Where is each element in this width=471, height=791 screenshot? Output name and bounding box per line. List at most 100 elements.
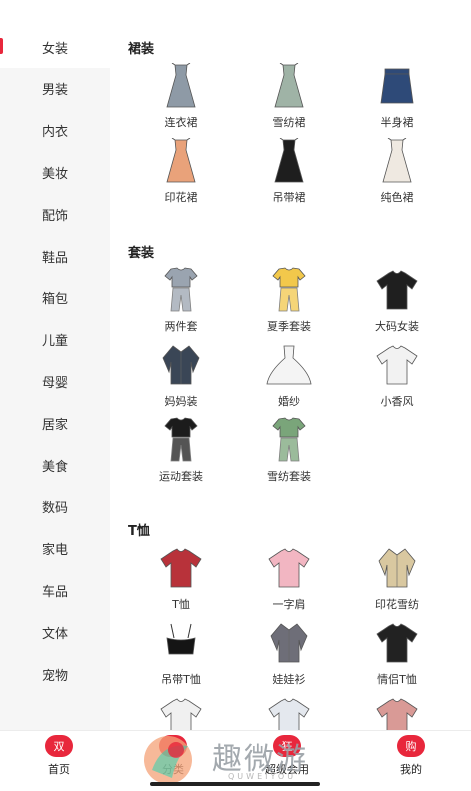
sidebar-item-label: 美食 bbox=[41, 459, 68, 475]
category-tile[interactable]: 印花裙 bbox=[126, 137, 236, 209]
outfit-icon bbox=[265, 416, 313, 464]
sidebar-item-9[interactable]: 居家 bbox=[0, 402, 110, 444]
sidebar-item-7[interactable]: 儿童 bbox=[0, 319, 110, 361]
sidebar-item-4[interactable]: 配饰 bbox=[0, 193, 110, 235]
section-title: 裙装 bbox=[128, 42, 155, 57]
category-tile[interactable]: 运动套装 bbox=[126, 416, 236, 488]
status-bar bbox=[0, 0, 471, 26]
tab-profile[interactable]: 购我的 bbox=[366, 735, 456, 785]
sidebar-item-label: 配饰 bbox=[41, 208, 68, 224]
sidebar-item-label: 箱包 bbox=[41, 292, 68, 308]
category-tile[interactable]: 妈妈装 bbox=[126, 341, 236, 413]
tshirt-icon bbox=[265, 694, 313, 730]
category-tile[interactable] bbox=[342, 694, 452, 730]
tshirt-icon bbox=[373, 619, 421, 667]
sidebar-item-10[interactable]: 美食 bbox=[0, 444, 110, 486]
sidebar-item-label: 儿童 bbox=[41, 334, 68, 350]
sidebar-item-label: 文体 bbox=[41, 626, 68, 642]
tab-icon: 双 bbox=[45, 735, 73, 757]
category-tile[interactable]: 雪纺裙 bbox=[234, 62, 344, 134]
category-tile[interactable] bbox=[126, 694, 236, 730]
sidebar-item-8[interactable]: 母婴 bbox=[0, 360, 110, 402]
sidebar-item-14[interactable]: 文体 bbox=[0, 611, 110, 653]
category-tile-label: 雪纺裙 bbox=[272, 116, 306, 129]
section-title: T恤 bbox=[128, 524, 150, 539]
sidebar-item-0[interactable]: 女装 bbox=[0, 26, 110, 68]
category-tile-label: 运动套装 bbox=[159, 470, 203, 483]
category-tile[interactable] bbox=[234, 694, 344, 730]
category-tile[interactable]: 雪纺套装 bbox=[234, 416, 344, 488]
category-tile-label: 吊带T恤 bbox=[161, 673, 201, 686]
category-sidebar: 女装男装内衣美妆配饰鞋品箱包儿童母婴居家美食数码家电车品文体宠物 bbox=[0, 26, 110, 730]
category-tile[interactable]: 印花雪纺 bbox=[342, 544, 452, 616]
tshirt-icon bbox=[265, 544, 313, 592]
skirt-icon bbox=[373, 62, 421, 110]
tab-icon: 狂 bbox=[273, 735, 301, 757]
category-tile-label: 半身裙 bbox=[380, 116, 414, 129]
category-tile-label: 印花雪纺 bbox=[375, 598, 419, 611]
sidebar-item-3[interactable]: 美妆 bbox=[0, 151, 110, 193]
category-tile[interactable]: 娃娃衫 bbox=[234, 619, 344, 691]
dress-icon bbox=[265, 137, 313, 185]
tab-label: 超级会用 bbox=[265, 763, 309, 776]
category-tile[interactable]: 大码女装 bbox=[342, 266, 452, 338]
category-tile-label: 纯色裙 bbox=[380, 191, 414, 204]
tab-label: 首页 bbox=[48, 763, 70, 776]
category-tile[interactable]: T恤 bbox=[126, 544, 236, 616]
sidebar-item-12[interactable]: 家电 bbox=[0, 528, 110, 570]
sidebar-item-label: 母婴 bbox=[41, 375, 68, 391]
tab-super[interactable]: 狂超级会用 bbox=[242, 735, 332, 785]
sidebar-item-label: 美妆 bbox=[41, 166, 68, 182]
gown-icon bbox=[265, 341, 313, 389]
tab-icon bbox=[159, 735, 187, 757]
tshirt-icon bbox=[373, 341, 421, 389]
tab-category[interactable]: 分类 bbox=[128, 735, 218, 785]
sidebar-item-15[interactable]: 宠物 bbox=[0, 653, 110, 695]
category-tile-label: 小香风 bbox=[380, 395, 414, 408]
tshirt-icon bbox=[157, 544, 205, 592]
sidebar-item-13[interactable]: 车品 bbox=[0, 569, 110, 611]
category-tile[interactable]: 小香风 bbox=[342, 341, 452, 413]
category-tile[interactable]: 吊带裙 bbox=[234, 137, 344, 209]
sidebar-item-2[interactable]: 内衣 bbox=[0, 110, 110, 152]
active-indicator bbox=[0, 38, 3, 54]
category-tile-label: 两件套 bbox=[164, 320, 198, 333]
sidebar-item-label: 居家 bbox=[41, 417, 68, 433]
category-tile-label: 吊带裙 bbox=[272, 191, 306, 204]
dress-icon bbox=[157, 62, 205, 110]
category-tile[interactable]: 两件套 bbox=[126, 266, 236, 338]
tshirt-icon bbox=[373, 694, 421, 730]
sidebar-item-label: 数码 bbox=[41, 501, 68, 517]
category-tile[interactable]: 连衣裙 bbox=[126, 62, 236, 134]
category-tile-label: 婚纱 bbox=[278, 395, 300, 408]
tshirt-icon bbox=[373, 266, 421, 314]
sidebar-item-6[interactable]: 箱包 bbox=[0, 277, 110, 319]
category-tile[interactable]: 纯色裙 bbox=[342, 137, 452, 209]
category-tile-label: 一字肩 bbox=[272, 598, 306, 611]
category-tile-label: 娃娃衫 bbox=[272, 673, 306, 686]
tshirt-icon bbox=[157, 694, 205, 730]
outfit-icon bbox=[157, 416, 205, 464]
camisole-icon bbox=[157, 619, 205, 667]
sidebar-item-label: 宠物 bbox=[41, 668, 68, 684]
sidebar-item-label: 内衣 bbox=[41, 125, 68, 141]
category-tile-label: 夏季套装 bbox=[267, 320, 311, 333]
category-tile[interactable]: 情侣T恤 bbox=[342, 619, 452, 691]
sidebar-item-11[interactable]: 数码 bbox=[0, 486, 110, 528]
sidebar-item-1[interactable]: 男装 bbox=[0, 68, 110, 110]
blouse-icon bbox=[157, 341, 205, 389]
category-tile-label: 连衣裙 bbox=[164, 116, 198, 129]
category-tile[interactable]: 婚纱 bbox=[234, 341, 344, 413]
tab-icon: 购 bbox=[397, 735, 425, 757]
tab-home[interactable]: 双首页 bbox=[14, 735, 104, 785]
category-tile[interactable]: 一字肩 bbox=[234, 544, 344, 616]
sidebar-item-label: 家电 bbox=[41, 543, 68, 559]
sidebar-item-label: 鞋品 bbox=[41, 250, 68, 266]
sidebar-item-5[interactable]: 鞋品 bbox=[0, 235, 110, 277]
category-tile[interactable]: 吊带T恤 bbox=[126, 619, 236, 691]
dress-icon bbox=[157, 137, 205, 185]
blouse-icon bbox=[265, 619, 313, 667]
category-tile[interactable]: 夏季套装 bbox=[234, 266, 344, 338]
sidebar-item-label: 男装 bbox=[41, 83, 68, 99]
category-tile[interactable]: 半身裙 bbox=[342, 62, 452, 134]
